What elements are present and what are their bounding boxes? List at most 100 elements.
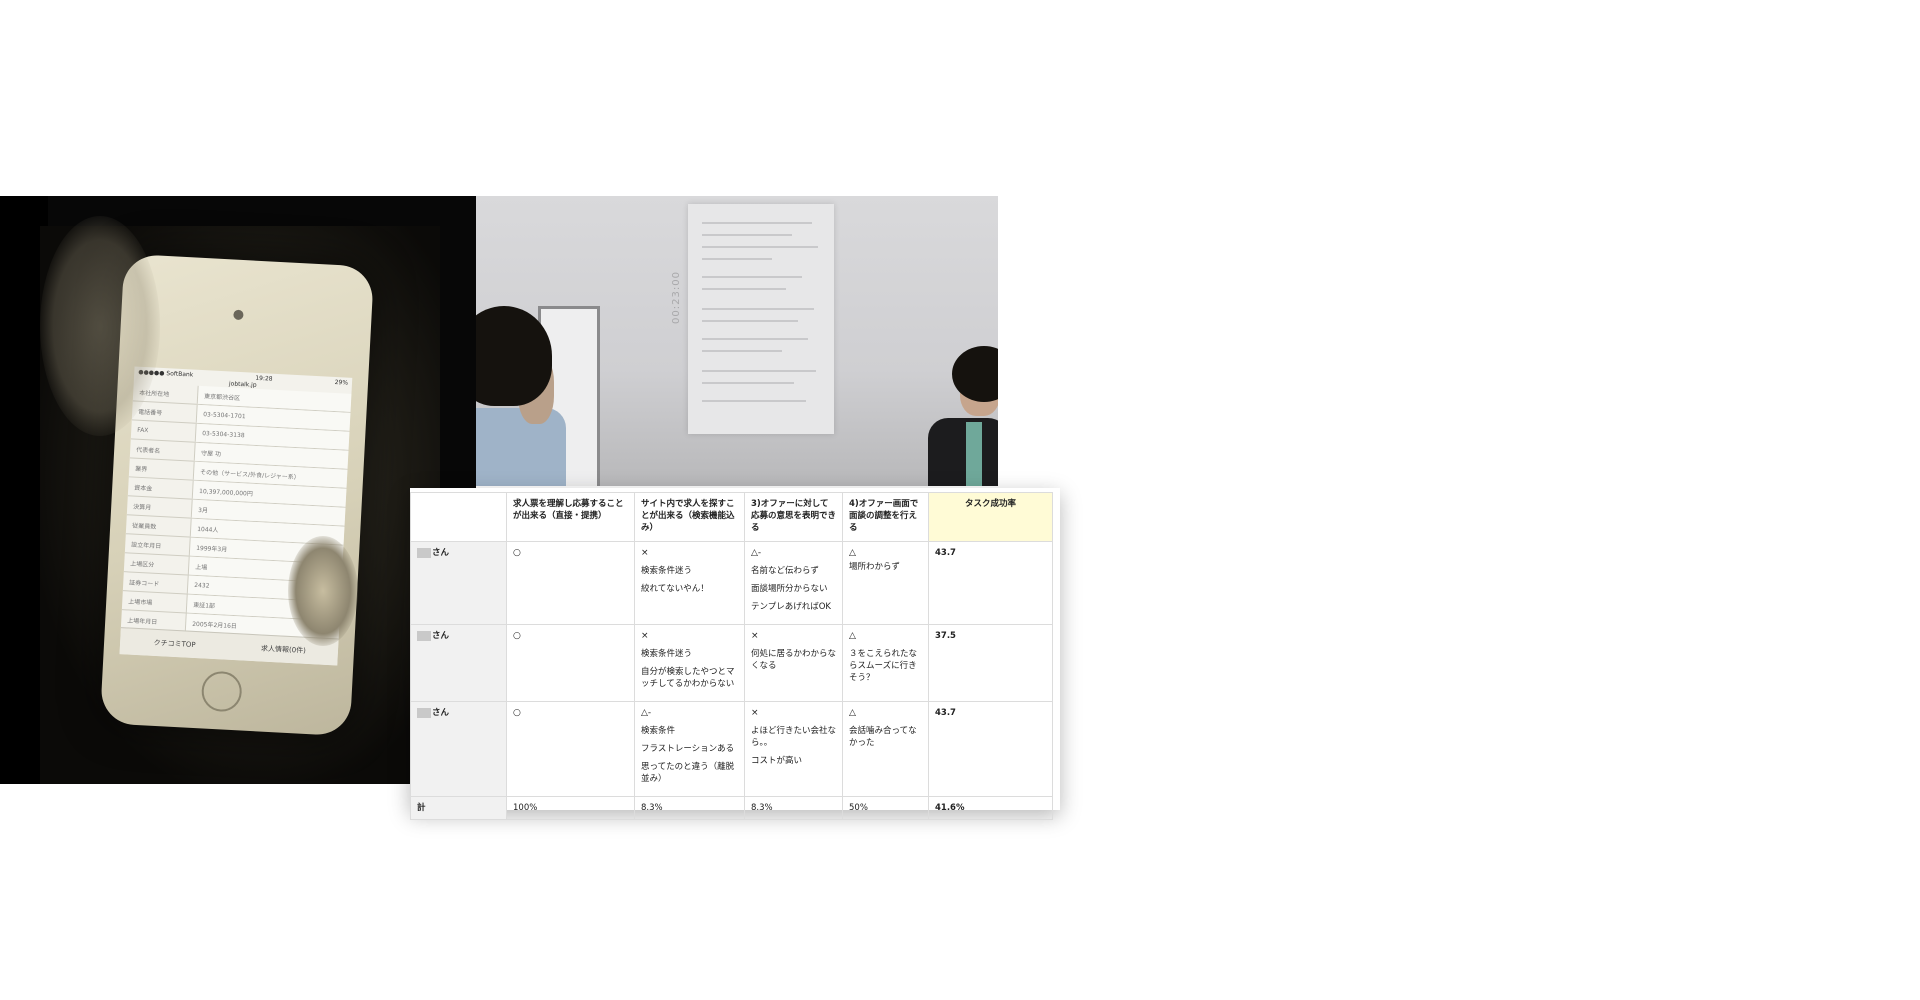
success-rate-value: 43.7 bbox=[935, 548, 956, 558]
home-button bbox=[200, 670, 243, 713]
result-mark: ○ bbox=[513, 708, 521, 718]
task4-cell: △ ３をこえられたならスムーズに行きそう？ bbox=[842, 624, 929, 702]
result-note: フラストレーションある bbox=[641, 744, 735, 754]
projected-line bbox=[702, 288, 786, 290]
participant-shirt bbox=[966, 422, 982, 486]
kuchikomi-top-button[interactable]: クチコミTOP bbox=[120, 628, 230, 660]
task4-cell: △ 会話噛み合ってなかった bbox=[842, 701, 929, 797]
interviewer-body bbox=[476, 408, 566, 486]
phone-photo: ●●●●● SoftBank 19:28 29% jobtalk.jp 本社所在… bbox=[0, 196, 476, 784]
total-task2: 8.3% bbox=[634, 796, 745, 820]
spec-label: 上場年月日 bbox=[127, 616, 158, 626]
participant-suffix: さん bbox=[432, 548, 450, 558]
total-task1: 100% bbox=[506, 796, 635, 820]
table-row: さん ○ × 検索条件迷う 絞れてないやん！ △- 名前など伝わらず 面談場所分… bbox=[410, 541, 1053, 625]
spec-label: 代表者名 bbox=[136, 446, 161, 455]
task4-cell: △ 場所わからず bbox=[842, 541, 929, 625]
header-name bbox=[410, 492, 507, 542]
participant-name-cell: さん bbox=[410, 624, 507, 702]
status-time: 19:28 bbox=[255, 374, 273, 383]
projected-line bbox=[702, 400, 806, 402]
projected-line bbox=[702, 234, 792, 236]
result-mark: △ bbox=[849, 548, 856, 558]
spec-label: 決算月 bbox=[133, 503, 152, 512]
total-success-rate: 41.6% bbox=[928, 796, 1053, 820]
task-results-table: 求人票を理解し応募することが出来る（直接・提携） サイト内で求人を探すことが出来… bbox=[410, 492, 1053, 820]
task1-cell: ○ bbox=[506, 541, 635, 625]
interview-room-photo: 00:23:00 bbox=[476, 196, 998, 486]
result-note: 検索条件迷う bbox=[641, 566, 693, 576]
success-rate-cell: 37.5 bbox=[928, 624, 1053, 702]
spec-label: 資本金 bbox=[134, 484, 153, 493]
battery-label: 29% bbox=[334, 378, 349, 387]
task3-cell: × 何処に居るかわからなくなる bbox=[744, 624, 843, 702]
spec-label: FAX bbox=[137, 426, 149, 434]
participant-name-cell: さん bbox=[410, 701, 507, 797]
spec-label: 上場市場 bbox=[128, 597, 153, 607]
result-mark: × bbox=[641, 548, 649, 558]
total-success-rate-value: 41.6% bbox=[935, 803, 965, 813]
participant-hair bbox=[952, 346, 998, 402]
spec-label: 電話番号 bbox=[138, 408, 163, 417]
total-label: 計 bbox=[410, 796, 507, 820]
participant-suffix: さん bbox=[432, 631, 450, 641]
result-mark: △- bbox=[641, 708, 652, 718]
projected-line bbox=[702, 258, 772, 260]
header-task3: 3)オファーに対して応募の意思を表明できる bbox=[744, 492, 843, 542]
result-mark: △- bbox=[751, 548, 762, 558]
projected-line bbox=[702, 222, 812, 224]
total-task4: 50% bbox=[842, 796, 929, 820]
spec-label: 従業員数 bbox=[132, 522, 157, 531]
spec-label: 業界 bbox=[135, 465, 148, 473]
result-mark: ○ bbox=[513, 631, 521, 641]
result-note: 絞れてないやん！ bbox=[641, 584, 709, 594]
spec-label: 上場区分 bbox=[130, 560, 155, 569]
result-mark: ○ bbox=[513, 548, 521, 558]
spec-label: 設立年月日 bbox=[131, 541, 162, 550]
success-rate-value: 37.5 bbox=[935, 631, 956, 641]
participant-suffix: さん bbox=[432, 708, 450, 718]
header-row: 求人票を理解し応募することが出来る（直接・提携） サイト内で求人を探すことが出来… bbox=[410, 492, 1053, 542]
projected-line bbox=[702, 308, 814, 310]
success-rate-cell: 43.7 bbox=[928, 701, 1053, 797]
header-task2: サイト内で求人を探すことが出来る（検索機能込み） bbox=[634, 492, 745, 542]
participant-body bbox=[928, 418, 998, 486]
result-note: 会話噛み合ってなかった bbox=[849, 726, 917, 748]
result-note: 場所わからず bbox=[849, 562, 900, 572]
projected-line bbox=[702, 246, 818, 248]
result-note: コストが高い bbox=[751, 756, 803, 766]
result-note: 名前など伝わらず bbox=[751, 566, 819, 576]
projected-line bbox=[702, 338, 808, 340]
table-row: さん ○ △- 検索条件 フラストレーションある 思ってたのと違う（離脱並み） … bbox=[410, 701, 1053, 797]
result-mark: △ bbox=[849, 708, 856, 718]
result-note: 思ってたのと違う（離脱並み） bbox=[641, 762, 735, 784]
projected-line bbox=[702, 276, 802, 278]
task3-cell: × よほど行きたい会社なら。。 コストが高い bbox=[744, 701, 843, 797]
projected-line bbox=[702, 320, 798, 322]
task2-cell: × 検索条件迷う 絞れてないやん！ bbox=[634, 541, 745, 625]
result-note: 何処に居るかわからなくなる bbox=[751, 649, 837, 671]
spec-label: 証券コード bbox=[129, 578, 160, 588]
result-note: 検索条件迷う bbox=[641, 649, 693, 659]
success-rate-cell: 43.7 bbox=[928, 541, 1053, 625]
redacted-name bbox=[417, 707, 431, 718]
result-mark: △ bbox=[849, 631, 856, 641]
result-note: テンプレあげればOK bbox=[751, 602, 832, 612]
redacted-name bbox=[417, 630, 431, 641]
task3-cell: △- 名前など伝わらず 面談場所分からない テンプレあげればOK bbox=[744, 541, 843, 625]
redacted-name bbox=[417, 547, 431, 558]
video-timestamp: 00:23:00 bbox=[670, 271, 682, 324]
task-results-card: 求人票を理解し応募することが出来る（直接・提携） サイト内で求人を探すことが出来… bbox=[410, 488, 1060, 820]
result-note: ３をこえられたならスムーズに行きそう？ bbox=[849, 649, 918, 683]
finger-overlay bbox=[40, 216, 160, 436]
task2-cell: △- 検索条件 フラストレーションある 思ってたのと違う（離脱並み） bbox=[634, 701, 745, 797]
task2-cell: × 検索条件迷う 自分が検索したやつとマッチしてるかわからない bbox=[634, 624, 745, 702]
projected-line bbox=[702, 382, 794, 384]
result-note: 検索条件 bbox=[641, 726, 676, 736]
projected-line bbox=[702, 370, 816, 372]
success-rate-value: 43.7 bbox=[935, 708, 956, 718]
phone-earpiece bbox=[233, 309, 244, 321]
result-mark: × bbox=[751, 708, 759, 718]
result-note: 面談場所分からない bbox=[751, 584, 828, 594]
table-row: さん ○ × 検索条件迷う 自分が検索したやつとマッチしてるかわからない × 何… bbox=[410, 624, 1053, 702]
